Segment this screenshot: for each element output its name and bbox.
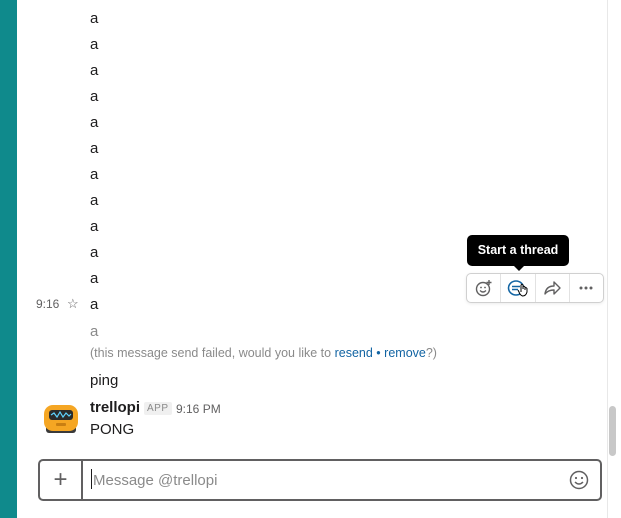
bot-message-text: PONG [90, 421, 135, 438]
app-badge: APP [144, 402, 172, 415]
tooltip-arrow [513, 265, 525, 271]
message-line: a [90, 88, 99, 105]
star-icon[interactable]: ☆ [67, 296, 79, 312]
scrollbar-thumb[interactable] [609, 406, 616, 456]
message-composer: + [38, 459, 602, 501]
bot-message-time[interactable]: 9:16 PM [176, 402, 221, 416]
message-line: a [90, 218, 99, 235]
bot-avatar[interactable] [42, 399, 80, 437]
start-thread-icon [507, 280, 528, 297]
sidebar-edge [0, 0, 17, 518]
failed-message: a [90, 323, 99, 340]
bot-name[interactable]: trellopi [90, 399, 140, 416]
message-line: a [90, 270, 99, 287]
message-line: a [90, 36, 99, 53]
resend-link[interactable]: resend [335, 346, 373, 360]
ping-message: ping [90, 372, 119, 389]
message-line: a [90, 62, 99, 79]
add-reaction-icon [475, 280, 492, 297]
message-input[interactable] [83, 461, 563, 499]
more-actions-button[interactable] [570, 274, 603, 302]
remove-link[interactable]: remove [384, 346, 426, 360]
start-thread-button[interactable] [501, 274, 536, 302]
text-cursor [91, 469, 92, 489]
fail-note-separator: • [376, 346, 381, 360]
send-failed-note: (this message send failed, would you lik… [90, 346, 437, 360]
add-attachment-button[interactable]: + [40, 461, 83, 499]
message-timestamp[interactable]: 9:16 [36, 297, 59, 311]
more-icon [579, 286, 593, 290]
emoji-icon[interactable] [568, 469, 590, 491]
message-actions [466, 273, 604, 303]
share-button[interactable] [536, 274, 570, 302]
message-line: a [90, 166, 99, 183]
message-line: a [90, 10, 99, 27]
message-line: a [90, 192, 99, 209]
tooltip: Start a thread [467, 235, 569, 266]
message-line: a [90, 296, 99, 313]
add-reaction-button[interactable] [467, 274, 502, 302]
fail-note-suffix: ?) [425, 346, 437, 360]
message-line: a [90, 140, 99, 157]
message-line: a [90, 244, 99, 261]
message-line: a [90, 114, 99, 131]
share-icon [544, 281, 561, 295]
fail-note-text: (this message send failed, would you lik… [90, 346, 335, 360]
